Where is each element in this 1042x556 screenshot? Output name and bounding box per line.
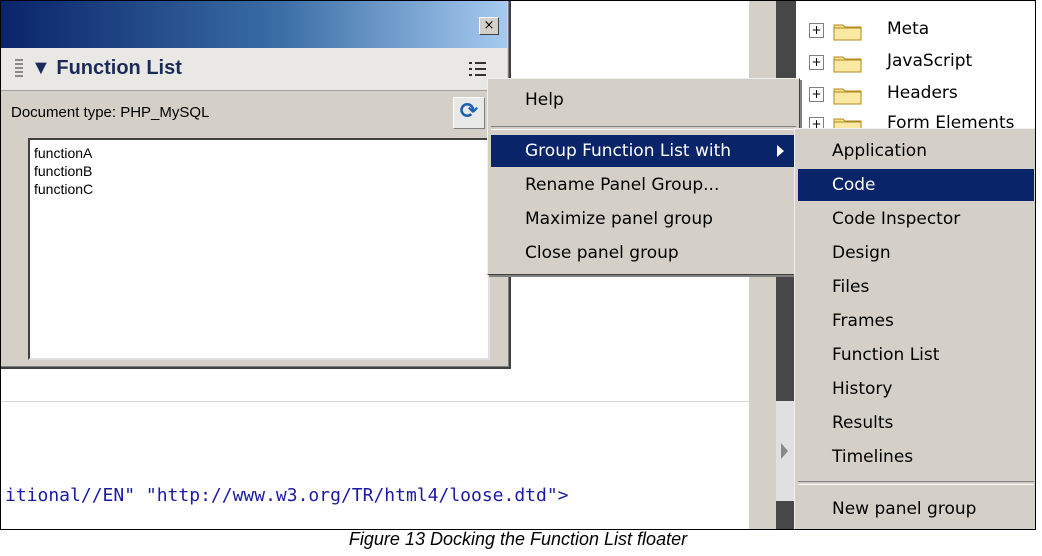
figure-caption: Figure 13 Docking the Function List floa… [348,529,688,549]
function-listbox[interactable]: functionA functionB functionC [28,138,490,360]
submenu-item-code-inspector[interactable]: Code Inspector [798,203,1034,235]
options-menu-icon[interactable] [467,59,489,79]
list-item[interactable]: functionC [34,180,484,198]
menu-separator [798,481,1034,485]
tree-item-label: JavaScript [887,51,973,71]
screenshot-stage: itional//EN" "http://www.w3.org/TR/html4… [0,0,1036,530]
function-list-panel[interactable]: × ▼ Function List Document type: PHP_MyS… [1,1,511,369]
folder-icon [833,56,862,73]
panel-titlebar[interactable]: × [1,1,507,48]
tree-item-label: Headers [887,83,958,103]
submenu-item-design[interactable]: Design [798,237,1034,269]
menu-item-close-group[interactable]: Close panel group [491,237,796,269]
menu-separator [491,126,796,130]
expand-icon[interactable]: + [809,23,824,38]
code-line[interactable]: itional//EN" "http://www.w3.org/TR/html4… [5,485,569,506]
refresh-icon[interactable]: ⟳ [453,97,485,129]
submenu-item-code[interactable]: Code [798,169,1034,201]
submenu-arrow-icon [777,145,784,157]
panel-title[interactable]: ▼ Function List [31,57,182,80]
submenu-item-frames[interactable]: Frames [798,305,1034,337]
submenu-item-history[interactable]: History [798,373,1034,405]
editor-divider [1,401,776,402]
menu-item-label: Group Function List with [525,141,732,161]
gripper-icon[interactable] [15,59,23,79]
menu-item-help[interactable]: Help [491,84,796,116]
panel-header[interactable]: ▼ Function List [1,48,507,91]
scrollbar-thumb[interactable] [776,401,794,501]
submenu-item-files[interactable]: Files [798,271,1034,303]
menu-item-group-with[interactable]: Group Function List with [491,135,796,167]
submenu-item-timelines[interactable]: Timelines [798,441,1034,473]
folder-icon [833,24,862,41]
tree-item-label: Meta [887,19,930,39]
menu-item-maximize[interactable]: Maximize panel group [491,203,796,235]
panel-options-menu[interactable]: Help Group Function List with Rename Pan… [487,78,800,275]
document-type-label: Document type: PHP_MySQL [11,104,210,121]
folder-icon [833,88,862,105]
list-item[interactable]: functionA [34,144,484,162]
expand-icon[interactable]: + [809,55,824,70]
list-item[interactable]: functionB [34,162,484,180]
group-with-submenu[interactable]: Application Code Code Inspector Design F… [794,128,1035,529]
submenu-item-results[interactable]: Results [798,407,1034,439]
menu-item-rename[interactable]: Rename Panel Group... [491,169,796,201]
close-icon[interactable]: × [479,17,499,35]
submenu-item-new-panel-group[interactable]: New panel group [798,493,1034,525]
submenu-item-function-list[interactable]: Function List [798,339,1034,371]
expand-icon[interactable]: + [809,87,824,102]
submenu-item-application[interactable]: Application [798,135,1034,167]
